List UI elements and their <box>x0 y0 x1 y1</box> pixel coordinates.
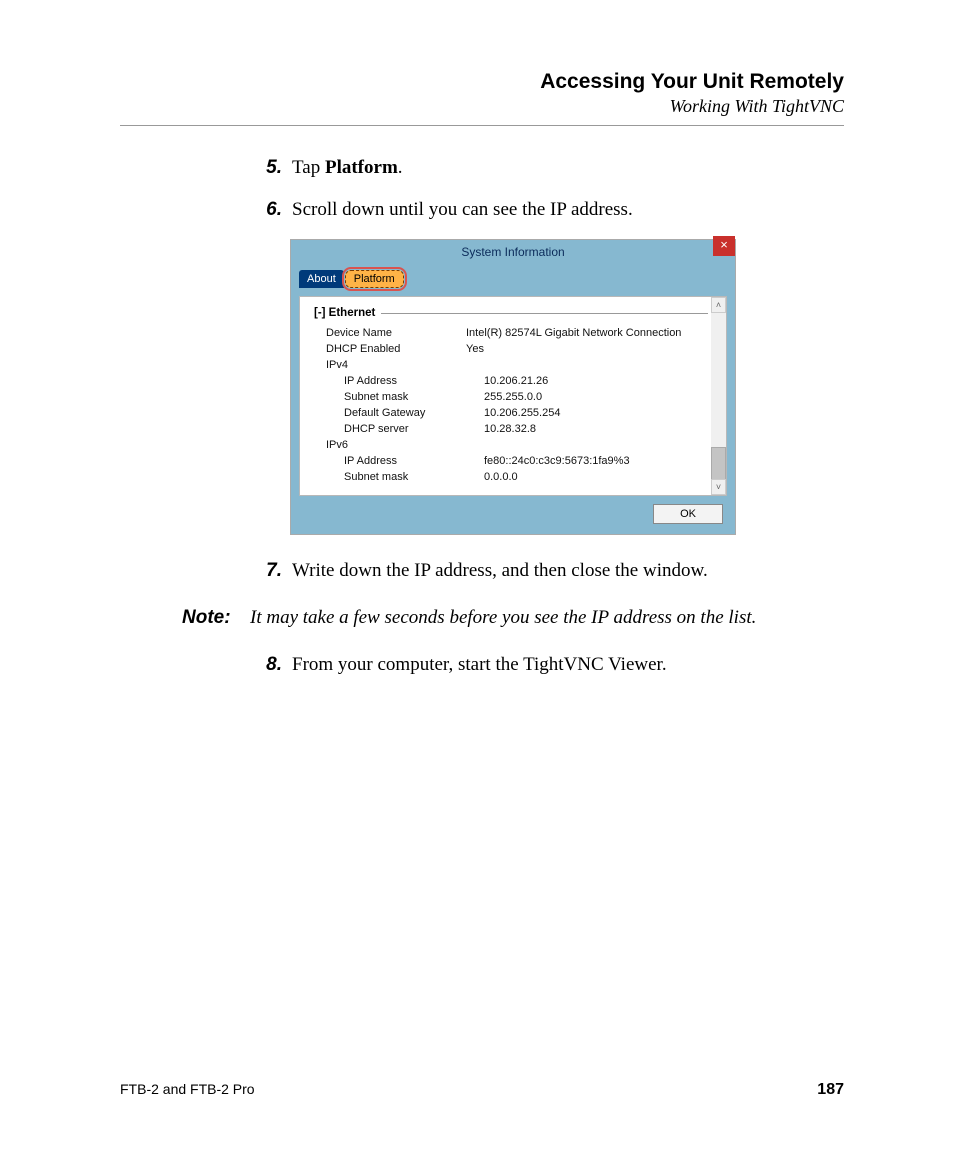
value: 0.0.0.0 <box>484 471 708 483</box>
footer-page-number: 187 <box>817 1081 844 1099</box>
page-header-title: Accessing Your Unit Remotely <box>120 70 844 94</box>
row-ipv6: IPv6 <box>314 437 708 453</box>
tab-about[interactable]: About <box>299 270 344 288</box>
step-number: 5. <box>250 154 292 182</box>
group-ethernet-header[interactable]: [-] Ethernet <box>314 307 708 319</box>
label: DHCP server <box>314 423 484 435</box>
label: Subnet mask <box>314 391 484 403</box>
step-number: 6. <box>250 196 292 224</box>
label: DHCP Enabled <box>314 343 466 355</box>
tab-platform[interactable]: Platform <box>345 270 404 288</box>
value <box>466 439 708 451</box>
ok-button[interactable]: OK <box>653 504 723 524</box>
step-body: Tap Platform. <box>292 154 844 182</box>
value: 10.206.21.26 <box>484 375 708 387</box>
row-device-name: Device Name Intel(R) 82574L Gigabit Netw… <box>314 325 708 341</box>
row-ipv6-address: IP Address fe80::24c0:c3c9:5673:1fa9%3 <box>314 453 708 469</box>
row-ipv6-subnet: Subnet mask 0.0.0.0 <box>314 469 708 485</box>
dialog-title: System Information <box>461 245 564 259</box>
row-ipv4: IPv4 <box>314 357 708 373</box>
tab-strip: About Platform <box>299 270 727 288</box>
row-ipv4-subnet: Subnet mask 255.255.0.0 <box>314 389 708 405</box>
step-number: 8. <box>250 651 292 679</box>
footer-product: FTB-2 and FTB-2 Pro <box>120 1081 255 1099</box>
label: Device Name <box>314 327 466 339</box>
value <box>466 359 708 371</box>
group-label: [-] Ethernet <box>314 307 375 319</box>
step-text-pre: Tap <box>292 157 325 178</box>
note-label: Note: <box>182 607 250 629</box>
step-text-bold: Platform <box>325 157 398 178</box>
page-header-subtitle: Working With TightVNC <box>120 96 844 117</box>
label: Default Gateway <box>314 407 484 419</box>
note: Note: It may take a few seconds before y… <box>182 607 844 629</box>
step-5: 5. Tap Platform. <box>250 154 844 182</box>
step-body: From your computer, start the TightVNC V… <box>292 651 844 679</box>
step-body: Scroll down until you can see the IP add… <box>292 196 844 224</box>
step-6: 6. Scroll down until you can see the IP … <box>250 196 844 224</box>
info-panel: ˄ ˅ [-] Ethernet Device Name Intel(R) 82… <box>299 296 727 496</box>
value: fe80::24c0:c3c9:5673:1fa9%3 <box>484 455 708 467</box>
system-information-dialog: System Information × About Platform ˄ ˅ … <box>290 239 736 535</box>
value: Yes <box>466 343 708 355</box>
row-default-gateway: Default Gateway 10.206.255.254 <box>314 405 708 421</box>
dialog-titlebar[interactable]: System Information × <box>291 240 735 264</box>
step-text-post: . <box>398 157 403 178</box>
scrollbar-down-icon[interactable]: ˅ <box>711 479 726 495</box>
row-ipv4-address: IP Address 10.206.21.26 <box>314 373 708 389</box>
value: Intel(R) 82574L Gigabit Network Connecti… <box>466 327 708 339</box>
label: IP Address <box>314 455 484 467</box>
group-rule <box>381 313 708 314</box>
label: IP Address <box>314 375 484 387</box>
scrollbar-up-icon[interactable]: ˄ <box>711 297 726 313</box>
step-8: 8. From your computer, start the TightVN… <box>250 651 844 679</box>
row-dhcp-server: DHCP server 10.28.32.8 <box>314 421 708 437</box>
close-icon[interactable]: × <box>713 236 735 256</box>
header-rule <box>120 125 844 126</box>
step-number: 7. <box>250 557 292 585</box>
note-body: It may take a few seconds before you see… <box>250 607 844 629</box>
label: Subnet mask <box>314 471 484 483</box>
label: IPv4 <box>314 359 466 371</box>
label: IPv6 <box>314 439 466 451</box>
value: 255.255.0.0 <box>484 391 708 403</box>
value: 10.206.255.254 <box>484 407 708 419</box>
page-footer: FTB-2 and FTB-2 Pro 187 <box>120 1081 844 1099</box>
step-body: Write down the IP address, and then clos… <box>292 557 844 585</box>
row-dhcp-enabled: DHCP Enabled Yes <box>314 341 708 357</box>
value: 10.28.32.8 <box>484 423 708 435</box>
step-7: 7. Write down the IP address, and then c… <box>250 557 844 585</box>
